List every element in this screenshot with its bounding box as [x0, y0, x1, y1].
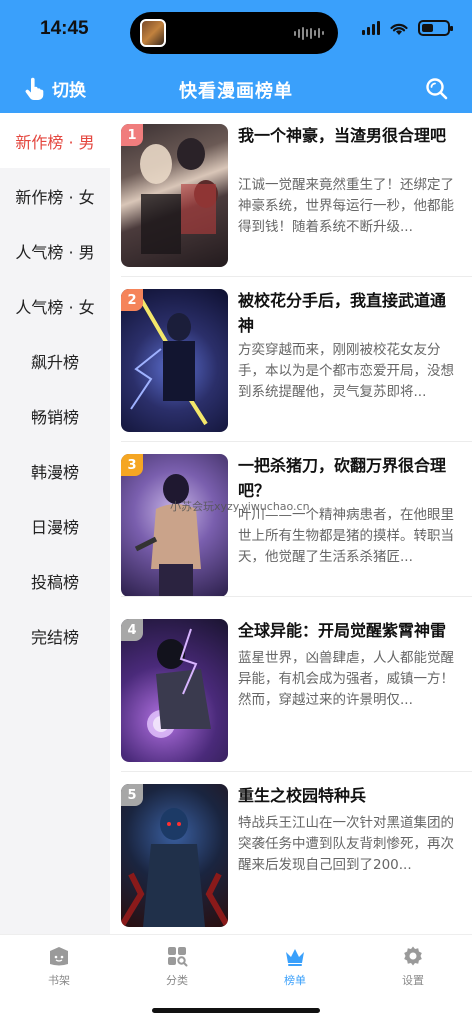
sidebar-item-korean[interactable]: 韩漫榜 — [0, 443, 110, 498]
divider — [121, 771, 472, 772]
rank-badge: 4 — [121, 619, 143, 641]
list-item[interactable]: 4 全球异能：开局觉醒紫霄神雷 蓝星世界，凶兽肆虐，人人都能觉醒异能，有机会成为… — [110, 608, 472, 763]
page-title: 快看漫画榜单 — [179, 81, 293, 102]
comic-cover: 4 — [121, 619, 228, 762]
divider — [121, 276, 472, 277]
search-icon — [426, 78, 448, 100]
rank-badge: 5 — [121, 784, 143, 806]
dynamic-island — [130, 12, 338, 54]
signal-icon — [362, 21, 380, 35]
comic-description: 特战兵王江山在一次针对黑道集团的突袭任务中遭到队友背刺惨死，再次醒来后发现自己回… — [238, 815, 454, 873]
comic-title: 全球异能：开局觉醒紫霄神雷 — [238, 621, 447, 640]
system-icons — [362, 20, 453, 36]
status-bar: 14:45 — [0, 0, 472, 64]
wifi-icon — [390, 23, 408, 35]
list-item[interactable]: 1 我一个神豪，当渣男很合理吧 江诚一觉醒来竟然重生了！还绑定了神豪系统，世界每… — [110, 113, 472, 268]
list-item[interactable]: 3 一把杀猪刀，砍翻万界很合理吧？ 叶川——一个精神病患者，在他眼里世上所有生物… — [110, 443, 472, 598]
gear-icon — [404, 946, 422, 966]
search-button[interactable] — [424, 76, 450, 102]
home-indicator — [152, 1008, 320, 1013]
sidebar-item-submission[interactable]: 投稿榜 — [0, 553, 110, 608]
tab-label: 设置 — [402, 974, 424, 987]
category-icon — [168, 947, 188, 967]
header-bar: 14:45 切换 快看漫画榜单 — [0, 0, 472, 113]
tab-ranking[interactable]: 榜单 — [236, 945, 354, 988]
sidebar-item-completed[interactable]: 完结榜 — [0, 608, 110, 663]
comic-description: 叶川——一个精神病患者，在他眼里世上所有生物都是猪的摸样。转职当天，他觉醒了生活… — [238, 507, 454, 565]
divider — [121, 596, 472, 597]
divider — [121, 441, 472, 442]
now-playing-thumbnail — [140, 19, 166, 47]
crown-icon — [286, 949, 304, 966]
comic-description: 方奕穿越而来，刚刚被校花女友分手，本以为是个都市恋爱开局，没想到系统提醒他，灵气… — [238, 342, 454, 400]
comic-title: 一把杀猪刀，砍翻万界很合理吧？ — [238, 456, 447, 500]
nav-bar: 切换 快看漫画榜单 — [0, 64, 472, 113]
sidebar-item-popular-female[interactable]: 人气榜 · 女 — [0, 278, 110, 333]
tab-settings[interactable]: 设置 — [354, 945, 472, 988]
audio-wave-icon — [294, 26, 324, 40]
tab-label: 榜单 — [284, 974, 306, 987]
comic-cover: 1 — [121, 124, 228, 267]
comic-cover: 3 — [121, 454, 228, 597]
list-item[interactable]: 5 重生之校园特种兵 特战兵王江山在一次针对黑道集团的突袭任务中遭到队友背刺惨死… — [110, 773, 472, 928]
list-item[interactable]: 2 被校花分手后，我直接武道通神 方奕穿越而来，刚刚被校花女友分手，本以为是个都… — [110, 278, 472, 433]
sidebar-item-new-male[interactable]: 新作榜 · 男 — [0, 113, 110, 168]
comic-description: 江诚一觉醒来竟然重生了！还绑定了神豪系统，世界每运行一秒，他都能得到钱！随着系统… — [238, 177, 454, 235]
sidebar-item-popular-male[interactable]: 人气榜 · 男 — [0, 223, 110, 278]
comic-title: 我一个神豪，当渣男很合理吧 — [238, 126, 447, 145]
tab-bookshelf[interactable]: 书架 — [0, 945, 118, 988]
ranking-sidebar: 新作榜 · 男 新作榜 · 女 人气榜 · 男 人气榜 · 女 飙升榜 畅销榜 … — [0, 113, 110, 934]
sidebar-item-rising[interactable]: 飙升榜 — [0, 333, 110, 388]
comic-title: 被校花分手后，我直接武道通神 — [238, 291, 447, 335]
tab-label: 分类 — [166, 974, 188, 987]
comic-cover: 2 — [121, 289, 228, 432]
comic-description: 蓝星世界，凶兽肆虐，人人都能觉醒异能，有机会成为强者，威镇一方！然而，穿越过来的… — [238, 650, 454, 708]
status-time: 14:45 — [40, 18, 89, 39]
bookshelf-icon — [50, 947, 68, 966]
comic-cover: 5 — [121, 784, 228, 927]
comic-title: 重生之校园特种兵 — [238, 786, 367, 805]
watermark-text: 小苏会玩xyzy.yiwuchao.cn — [170, 500, 310, 513]
tab-category[interactable]: 分类 — [118, 945, 236, 988]
ranking-list: 1 我一个神豪，当渣男很合理吧 江诚一觉醒来竟然重生了！还绑定了神豪系统，世界每… — [110, 113, 472, 934]
tab-label: 书架 — [48, 974, 70, 987]
sidebar-item-japanese[interactable]: 日漫榜 — [0, 498, 110, 553]
sidebar-item-bestselling[interactable]: 畅销榜 — [0, 388, 110, 443]
rank-badge: 1 — [121, 124, 143, 146]
sidebar-item-new-female[interactable]: 新作榜 · 女 — [0, 168, 110, 223]
battery-icon — [418, 20, 453, 36]
rank-badge: 2 — [121, 289, 143, 311]
rank-badge: 3 — [121, 454, 143, 476]
